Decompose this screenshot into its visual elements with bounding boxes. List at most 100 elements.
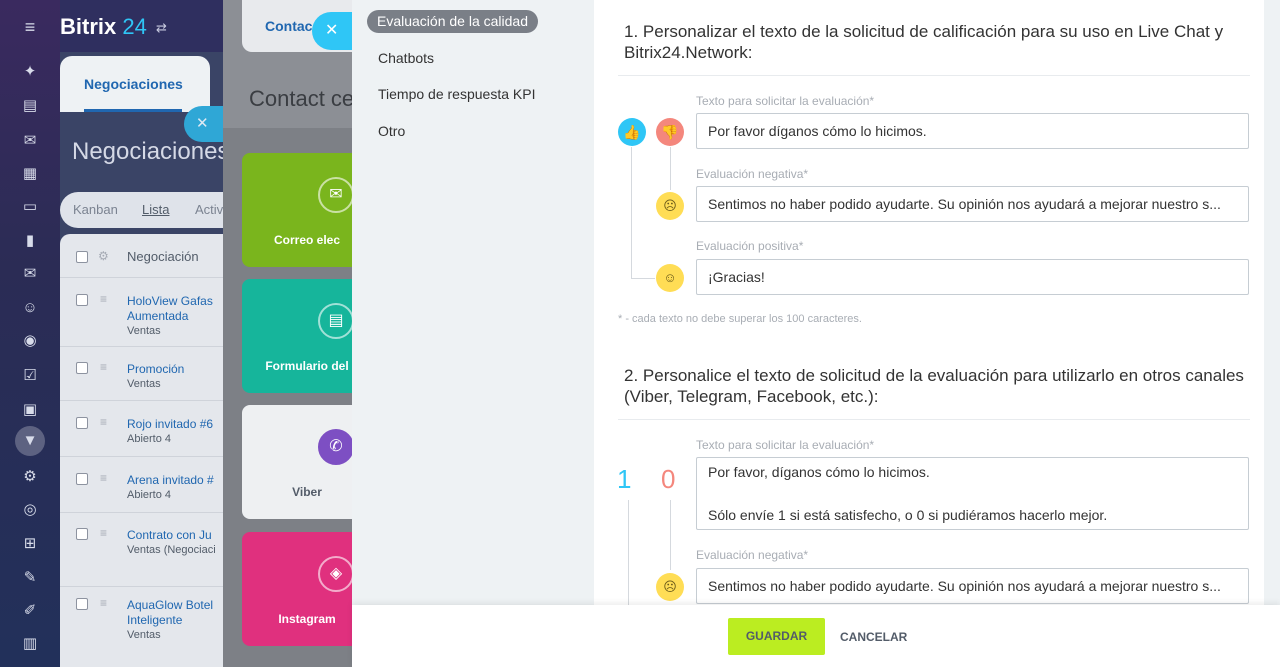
deal-stage: Ventas (Negociaci xyxy=(127,544,216,556)
section1-divider xyxy=(618,75,1250,76)
drag-handle-icon[interactable]: ≡ xyxy=(100,360,107,374)
left-sidebar: ≡ ✦ ▤ ✉ ▦ ▭ ▮ ✉ ☺ ◉ ☑ ▣ ▼ ⚙ ◎ ⊞ ✎ ✐ ▥ xyxy=(0,0,60,667)
brand-name: Bitrix xyxy=(60,14,117,39)
request-line-1: Por favor, díganos cómo lo hicimos. xyxy=(708,464,930,480)
chat-icon[interactable]: ✉ xyxy=(20,131,40,151)
envelope-icon: ✉ xyxy=(318,177,354,213)
tree-line xyxy=(631,278,655,279)
row-checkbox[interactable] xyxy=(76,362,88,374)
table-row[interactable]: Promoción Ventas xyxy=(127,362,184,392)
sync-icon[interactable]: ⇄ xyxy=(156,20,167,36)
target-icon[interactable]: ◎ xyxy=(20,500,40,520)
menu-item-other[interactable]: Otro xyxy=(378,123,405,139)
crm-tab-deals[interactable]: Negociaciones xyxy=(60,56,210,112)
tile-form[interactable]: ▤ Formulario del xyxy=(242,279,354,393)
negative-label: Evaluación negativa* xyxy=(696,167,809,181)
positive-digit: 1 xyxy=(617,464,632,494)
request-label-2: Texto para solicitar la evaluación* xyxy=(696,438,875,452)
row-checkbox[interactable] xyxy=(76,528,88,540)
deal-name[interactable]: Promoción xyxy=(127,362,184,376)
positive-text-input[interactable]: ¡Gracias! xyxy=(696,259,1249,295)
thumbs-up-icon: 👍 xyxy=(618,118,646,146)
deal-name[interactable]: Arena invitado # xyxy=(127,473,214,487)
analytics-icon[interactable]: ▥ xyxy=(20,634,40,654)
id-card-icon[interactable]: ▣ xyxy=(20,400,40,420)
instagram-icon: ◈ xyxy=(318,556,354,592)
column-deal: Negociación xyxy=(127,249,199,264)
menu-item-chatbots[interactable]: Chatbots xyxy=(378,50,434,66)
save-button[interactable]: GUARDAR xyxy=(728,618,825,655)
row-divider xyxy=(60,512,230,513)
close-outer-slider-button[interactable]: ✕ xyxy=(184,106,224,142)
mail-icon[interactable]: ✉ xyxy=(20,264,40,284)
tile-instagram[interactable]: ◈ Instagram xyxy=(242,532,354,646)
contacts-icon[interactable]: ☺ xyxy=(20,298,40,318)
table-row[interactable]: Arena invitado # Abierto 4 xyxy=(127,473,214,503)
table-row[interactable]: AquaGlow Botel Inteligente Ventas xyxy=(127,598,227,643)
settings-gear-icon[interactable]: ⚙ xyxy=(98,249,109,263)
crm-tab-label: Negociaciones xyxy=(84,76,183,92)
drag-handle-icon[interactable]: ≡ xyxy=(100,471,107,485)
request-line-2: Sólo envíe 1 si está satisfecho, o 0 si … xyxy=(708,507,1108,523)
table-row[interactable]: Contrato con Ju Ventas (Negociaci xyxy=(127,528,216,558)
request-text-area[interactable]: Por favor, díganos cómo lo hicimos. Sólo… xyxy=(696,457,1249,530)
section1-title: 1. Personalizar el texto de la solicitud… xyxy=(624,22,1224,62)
char-limit-note: * - cada texto no debe superar los 100 c… xyxy=(618,313,862,325)
deal-stage: Abierto 4 xyxy=(127,489,172,501)
select-all-checkbox[interactable] xyxy=(76,251,88,263)
drag-handle-icon[interactable]: ≡ xyxy=(100,526,107,540)
funnel-icon[interactable]: ▼ xyxy=(20,431,40,451)
tasks-icon[interactable]: ▤ xyxy=(20,96,40,116)
sad-face-icon: ☹ xyxy=(656,192,684,220)
deal-name[interactable]: HoloView Gafas Aumentada xyxy=(127,294,213,323)
thumbs-down-icon: 👎 xyxy=(656,118,684,146)
brand-logo[interactable]: Bitrix 24 xyxy=(60,14,147,40)
close-slider-button[interactable]: ✕ xyxy=(312,12,352,50)
table-row[interactable]: Rojo invitado #6 Abierto 4 xyxy=(127,417,213,447)
checklist-icon[interactable]: ☑ xyxy=(20,366,40,386)
deal-stage: Ventas xyxy=(127,325,161,337)
menu-item-kpi[interactable]: Tiempo de respuesta KPI xyxy=(378,86,535,102)
feed-icon[interactable]: ✦ xyxy=(20,62,40,82)
row-checkbox[interactable] xyxy=(76,598,88,610)
tile-email[interactable]: ✉ Correo elec xyxy=(242,153,354,267)
row-checkbox[interactable] xyxy=(76,294,88,306)
deal-name[interactable]: AquaGlow Botel Inteligente xyxy=(127,598,213,627)
negative-text-input-2[interactable]: Sentimos no haber podido ayudarte. Su op… xyxy=(696,568,1249,604)
sign-icon[interactable]: ✎ xyxy=(20,568,40,588)
edit-icon[interactable]: ✐ xyxy=(20,601,40,621)
menu-icon[interactable]: ≡ xyxy=(20,17,40,37)
crm-view-switcher: Kanban Lista Activ xyxy=(60,192,230,228)
tile-viber[interactable]: ✆ Viber xyxy=(242,405,354,519)
crm-page-title: Negociaciones xyxy=(72,138,230,165)
table-row[interactable]: HoloView Gafas Aumentada Ventas xyxy=(127,294,227,339)
row-checkbox[interactable] xyxy=(76,417,88,429)
deal-stage: Ventas xyxy=(127,629,161,641)
view-kanban[interactable]: Kanban xyxy=(73,202,118,217)
sites-icon[interactable]: ◉ xyxy=(20,331,40,351)
cancel-button[interactable]: CANCELAR xyxy=(840,630,907,644)
calendar-icon[interactable]: ▦ xyxy=(20,164,40,184)
row-divider xyxy=(60,346,230,347)
drag-handle-icon[interactable]: ≡ xyxy=(100,415,107,429)
view-activities[interactable]: Activ xyxy=(195,202,223,217)
deal-name[interactable]: Contrato con Ju xyxy=(127,528,212,542)
request-text-input[interactable]: Por favor díganos cómo lo hicimos. xyxy=(696,113,1249,149)
row-checkbox[interactable] xyxy=(76,473,88,485)
menu-item-quality[interactable]: Evaluación de la calidad xyxy=(367,10,538,33)
form-icon: ▤ xyxy=(318,303,354,339)
document-icon[interactable]: ▮ xyxy=(20,231,40,251)
drive-icon[interactable]: ▭ xyxy=(20,197,40,217)
negative-text-input[interactable]: Sentimos no haber podido ayudarte. Su op… xyxy=(696,186,1249,222)
section2-title: 2. Personalice el texto de solicitud de … xyxy=(624,366,1244,406)
drag-handle-icon[interactable]: ≡ xyxy=(100,292,107,306)
row-divider xyxy=(60,456,230,457)
deal-name[interactable]: Rojo invitado #6 xyxy=(127,417,213,431)
crm-tab-underline xyxy=(84,109,182,112)
cart-icon[interactable]: ⊞ xyxy=(20,534,40,554)
view-list[interactable]: Lista xyxy=(142,202,169,217)
robot-icon[interactable]: ⚙ xyxy=(20,467,40,487)
deal-stage: Ventas xyxy=(127,378,161,390)
drag-handle-icon[interactable]: ≡ xyxy=(100,596,107,610)
